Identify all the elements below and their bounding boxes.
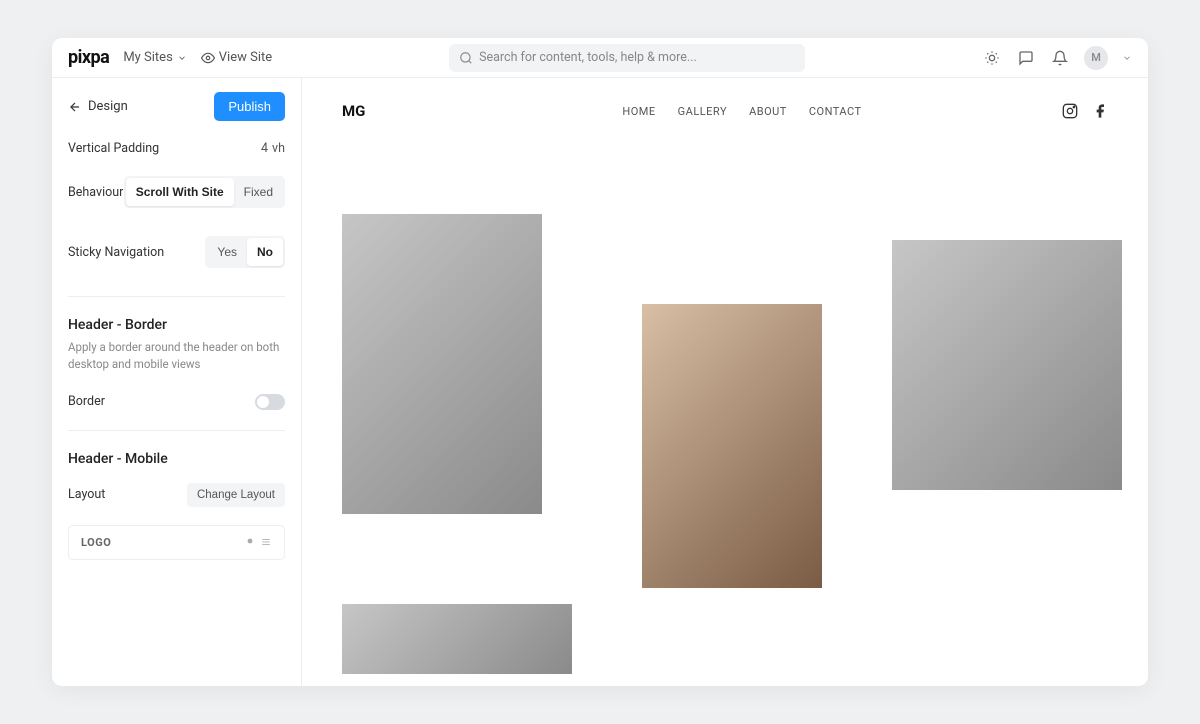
publish-button[interactable]: Publish xyxy=(214,92,285,121)
vertical-padding-value[interactable]: 4 vh xyxy=(261,141,285,156)
site-logo[interactable]: MG xyxy=(342,102,422,120)
border-label: Border xyxy=(68,394,105,409)
app-logo: pixpa xyxy=(68,47,109,68)
view-site-button[interactable]: View Site xyxy=(201,50,272,65)
gallery-column xyxy=(342,184,572,674)
sticky-nav-row: Sticky Navigation Yes No xyxy=(52,218,301,286)
topbar-right: M xyxy=(982,46,1132,70)
messages-button[interactable] xyxy=(1016,48,1036,68)
sticky-nav-segment: Yes No xyxy=(205,236,285,268)
facebook-icon[interactable] xyxy=(1092,103,1108,119)
gallery-image[interactable] xyxy=(342,214,542,514)
nav-home[interactable]: HOME xyxy=(622,105,655,118)
nav-gallery[interactable]: GALLERY xyxy=(678,105,727,118)
site-preview: MG HOME GALLERY ABOUT CONTACT xyxy=(302,78,1148,686)
vertical-padding-row: Vertical Padding 4 vh xyxy=(52,131,301,166)
behaviour-fixed-option[interactable]: Fixed xyxy=(234,178,283,206)
instagram-icon[interactable] xyxy=(1062,103,1078,119)
topbar: pixpa My Sites View Site Search for cont… xyxy=(52,38,1148,78)
divider xyxy=(68,430,285,431)
view-site-label: View Site xyxy=(219,50,272,65)
vp-unit: vh xyxy=(272,141,285,156)
vp-value: 4 xyxy=(261,141,268,156)
divider xyxy=(68,296,285,297)
bell-icon xyxy=(1052,50,1068,66)
search-placeholder: Search for content, tools, help & more..… xyxy=(479,50,697,65)
gallery-column xyxy=(892,184,1122,490)
layout-row: Layout Change Layout xyxy=(52,473,301,517)
vertical-padding-label: Vertical Padding xyxy=(68,141,159,156)
logo-placeholder: LOGO xyxy=(81,536,111,549)
eye-icon xyxy=(201,51,215,65)
behaviour-label: Behaviour xyxy=(68,185,123,200)
user-avatar[interactable]: M xyxy=(1084,46,1108,70)
header-border-desc: Apply a border around the header on both… xyxy=(52,339,301,384)
menu-icon xyxy=(260,537,272,547)
search-wrap: Search for content, tools, help & more..… xyxy=(286,44,968,72)
dot-icon xyxy=(246,537,254,545)
sticky-no-option[interactable]: No xyxy=(247,238,283,266)
arrow-left-icon xyxy=(68,100,82,114)
sidebar-header: Design Publish xyxy=(52,78,301,131)
mobile-logo-preview[interactable]: LOGO xyxy=(68,525,285,560)
search-icon xyxy=(459,51,473,65)
app-window: pixpa My Sites View Site Search for cont… xyxy=(52,38,1148,686)
behaviour-segment: Scroll With Site Fixed xyxy=(124,176,285,208)
gallery-image[interactable] xyxy=(342,604,572,674)
layout-label: Layout xyxy=(68,487,105,502)
sidebar: Design Publish Vertical Padding 4 vh Beh… xyxy=(52,78,302,686)
sun-icon xyxy=(984,50,1000,66)
border-toggle[interactable] xyxy=(255,394,285,410)
main: Design Publish Vertical Padding 4 vh Beh… xyxy=(52,78,1148,686)
header-border-title: Header - Border xyxy=(52,307,301,339)
chevron-down-icon[interactable] xyxy=(1122,53,1132,63)
logo-icons xyxy=(246,537,272,547)
my-sites-dropdown[interactable]: My Sites xyxy=(123,50,186,65)
back-label: Design xyxy=(88,99,128,114)
behaviour-row: Behaviour Scroll With Site Fixed xyxy=(52,166,301,218)
gallery-image[interactable] xyxy=(642,304,822,588)
gallery-image[interactable] xyxy=(892,240,1122,490)
sticky-nav-label: Sticky Navigation xyxy=(68,245,164,260)
nav-about[interactable]: ABOUT xyxy=(749,105,787,118)
gallery-column xyxy=(642,184,822,588)
search-input[interactable]: Search for content, tools, help & more..… xyxy=(449,44,805,72)
gallery xyxy=(302,144,1148,686)
my-sites-label: My Sites xyxy=(123,50,172,65)
theme-toggle-button[interactable] xyxy=(982,48,1002,68)
header-mobile-title: Header - Mobile xyxy=(52,441,301,473)
change-layout-button[interactable]: Change Layout xyxy=(187,483,285,507)
chat-icon xyxy=(1018,50,1034,66)
site-header: MG HOME GALLERY ABOUT CONTACT xyxy=(302,78,1148,144)
notifications-button[interactable] xyxy=(1050,48,1070,68)
sticky-yes-option[interactable]: Yes xyxy=(207,238,247,266)
behaviour-scroll-option[interactable]: Scroll With Site xyxy=(126,178,234,206)
chevron-down-icon xyxy=(177,53,187,63)
border-row: Border xyxy=(52,384,301,420)
site-social xyxy=(1062,103,1108,119)
nav-contact[interactable]: CONTACT xyxy=(809,105,862,118)
back-button[interactable]: Design xyxy=(68,99,128,114)
site-nav: HOME GALLERY ABOUT CONTACT xyxy=(422,105,1062,118)
